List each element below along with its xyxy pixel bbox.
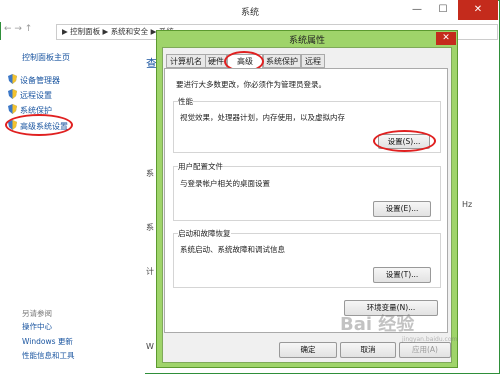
user-profiles-group-label: 用户配置文件: [178, 161, 223, 172]
main-text-fragment: 系: [146, 223, 154, 232]
tab-system-protection[interactable]: 系统保护: [263, 54, 301, 68]
performance-tools-link[interactable]: 性能信息和工具: [22, 350, 75, 361]
user-profiles-settings-button[interactable]: 设置(E)...: [373, 201, 431, 217]
performance-description: 视觉效果，处理器计划，内存使用，以及虚拟内存: [180, 113, 345, 122]
shield-icon: [8, 89, 17, 99]
dialog-title: 系统属性: [288, 36, 325, 46]
startup-recovery-settings-button[interactable]: 设置(T)...: [373, 267, 431, 283]
tab-remote[interactable]: 远程: [301, 54, 325, 68]
watermark-logo: Bai 经验: [340, 314, 415, 335]
nav-arrows-icon[interactable]: ← → ↑: [4, 24, 32, 34]
control-panel-home-link[interactable]: 控制面板主页: [22, 52, 70, 63]
minimize-button[interactable]: —: [404, 0, 430, 20]
sidebar-item-remote-settings[interactable]: 远程设置: [20, 90, 52, 101]
watermark-url: jingyan.baidu.com: [402, 336, 458, 343]
performance-group-label: 性能: [178, 96, 193, 107]
shield-icon: [8, 74, 17, 84]
highlight-oval: [373, 130, 436, 152]
main-text-fragment: 计: [146, 267, 154, 276]
close-button[interactable]: ✕: [458, 0, 498, 20]
cancel-button[interactable]: 取消: [340, 342, 396, 358]
sidebar-item-device-manager[interactable]: 设备管理器: [20, 75, 60, 86]
apply-button[interactable]: 应用(A): [399, 342, 451, 358]
main-text-fragment: Hz: [462, 200, 473, 209]
see-also-heading: 另请参阅: [22, 309, 52, 318]
highlight-oval: [5, 114, 73, 136]
startup-recovery-description: 系统启动、系统故障和调试信息: [180, 245, 285, 254]
windows-update-link[interactable]: Windows 更新: [22, 336, 73, 347]
main-text-fragment: 系: [146, 169, 154, 178]
shield-icon: [8, 104, 17, 114]
user-profiles-description: 与登录帐户相关的桌面设置: [180, 179, 270, 188]
ok-button[interactable]: 确定: [279, 342, 337, 358]
tab-computer-name[interactable]: 计算机名: [166, 54, 206, 68]
action-center-link[interactable]: 操作中心: [22, 321, 52, 332]
startup-recovery-group-label: 启动和故障恢复: [178, 228, 231, 239]
main-text-fragment: W: [146, 342, 154, 351]
admin-note: 要进行大多数更改，你必须作为管理员登录。: [176, 80, 326, 89]
dialog-close-button[interactable]: ✕: [436, 32, 456, 45]
maximize-button[interactable]: ☐: [430, 0, 456, 20]
